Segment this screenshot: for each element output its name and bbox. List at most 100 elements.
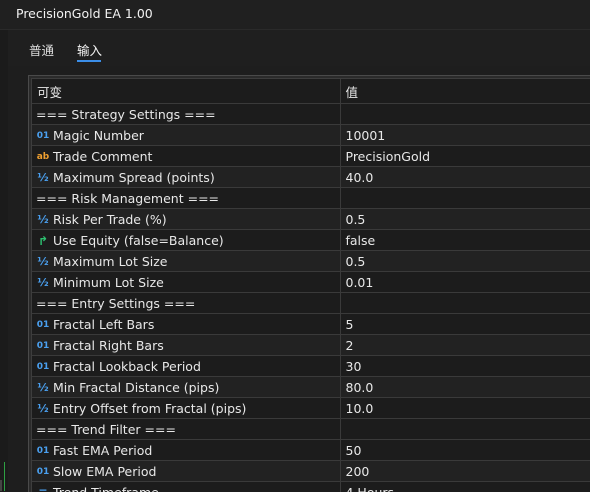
parameter-value: 0.5 (346, 254, 366, 269)
parameter-value-cell[interactable] (340, 188, 590, 209)
parameter-name: Min Fractal Distance (pips) (53, 380, 219, 395)
table-row[interactable]: abTrade Comment PrecisionGold (32, 146, 590, 167)
parameter-name-cell[interactable]: === Risk Management === (32, 188, 340, 209)
double-icon: ½ (35, 381, 51, 394)
left-edge-strip (0, 30, 8, 491)
parameter-name: Maximum Lot Size (53, 254, 168, 269)
parameter-name-cell[interactable]: 01Fractal Lookback Period (32, 356, 340, 377)
column-header-variable[interactable]: 可变 (32, 79, 340, 104)
parameter-value-cell[interactable]: 5 (340, 314, 590, 335)
parameter-name-cell[interactable]: ½Maximum Lot Size (32, 251, 340, 272)
double-icon: ½ (35, 171, 51, 184)
double-icon: ½ (35, 402, 51, 415)
table-row[interactable]: ≡Trend Timeframe4 Hours (32, 482, 590, 492)
parameter-name-cell[interactable]: ½Maximum Spread (points) (32, 167, 340, 188)
integer-icon: 01 (35, 131, 51, 141)
double-icon: ½ (35, 276, 51, 289)
parameter-value-cell[interactable]: 0.5 (340, 209, 590, 230)
table-row[interactable]: 01Fractal Right Bars2 (32, 335, 590, 356)
tab-common[interactable]: 普通 (29, 40, 54, 59)
section-header-row[interactable]: === Trend Filter === (32, 419, 590, 440)
parameter-name: Minimum Lot Size (53, 275, 164, 290)
parameter-name-cell[interactable]: ½Min Fractal Distance (pips) (32, 377, 340, 398)
parameter-name-cell[interactable]: ½Entry Offset from Fractal (pips) (32, 398, 340, 419)
section-label: === Trend Filter === (36, 422, 176, 437)
parameter-value-cell[interactable]: false (340, 230, 590, 251)
parameter-name-cell[interactable]: 01Slow EMA Period (32, 461, 340, 482)
section-header-row[interactable]: === Risk Management === (32, 188, 590, 209)
parameter-value-cell[interactable]: 4 Hours (340, 482, 590, 492)
table-row[interactable]: ½Maximum Spread (points) 40.0 (32, 167, 590, 188)
parameter-name-cell[interactable]: === Trend Filter === (32, 419, 340, 440)
section-header-row[interactable]: === Strategy Settings === (32, 104, 590, 125)
parameter-name-cell[interactable]: 01Fast EMA Period (32, 440, 340, 461)
active-tab-indicator (77, 60, 101, 62)
table-row[interactable]: ½Maximum Lot Size 0.5 (32, 251, 590, 272)
table-row[interactable]: 01Magic Number 10001 (32, 125, 590, 146)
tab-inputs[interactable]: 输入 (77, 40, 102, 59)
parameter-name-cell[interactable]: 01Fractal Left Bars (32, 314, 340, 335)
parameter-value: 80.0 (346, 380, 374, 395)
parameter-value-cell[interactable]: 10.0 (340, 398, 590, 419)
table-row[interactable]: ½Risk Per Trade (%) 0.5 (32, 209, 590, 230)
parameter-value: 200 (346, 464, 370, 479)
parameter-name: Maximum Spread (points) (53, 170, 215, 185)
parameter-name-cell[interactable]: ½Minimum Lot Size (32, 272, 340, 293)
column-header-variable-label: 可变 (32, 85, 62, 100)
parameter-name-cell[interactable]: abTrade Comment (32, 146, 340, 167)
parameter-value-cell[interactable]: 80.0 (340, 377, 590, 398)
parameter-name: Trade Comment (53, 149, 152, 164)
parameter-value-cell[interactable] (340, 293, 590, 314)
parameter-value-cell[interactable]: 0.01 (340, 272, 590, 293)
parameter-name-cell[interactable]: === Strategy Settings === (32, 104, 340, 125)
parameter-value-cell[interactable] (340, 419, 590, 440)
parameter-name-cell[interactable]: === Entry Settings === (32, 293, 340, 314)
parameter-value-cell[interactable]: 0.5 (340, 251, 590, 272)
parameter-name-cell[interactable]: ≡Trend Timeframe (32, 482, 340, 492)
parameter-name-cell[interactable]: 01Magic Number (32, 125, 340, 146)
table-row[interactable]: 01Fractal Lookback Period30 (32, 356, 590, 377)
parameter-value: 0.5 (346, 212, 366, 227)
table-row[interactable]: 01Slow EMA Period 200 (32, 461, 590, 482)
table-row[interactable]: ½Min Fractal Distance (pips) 80.0 (32, 377, 590, 398)
inputs-table: 可变 值 === Strategy Settings === 01Magic Nu… (32, 79, 590, 492)
parameter-value-cell[interactable] (340, 104, 590, 125)
parameter-value-cell[interactable]: 40.0 (340, 167, 590, 188)
table-header-row: 可变 值 (32, 79, 590, 104)
section-header-row[interactable]: === Entry Settings === (32, 293, 590, 314)
column-header-value[interactable]: 值 (340, 79, 590, 104)
parameter-name: Entry Offset from Fractal (pips) (53, 401, 246, 416)
integer-icon: 01 (35, 341, 51, 351)
table-row[interactable]: ↱Use Equity (false=Balance) false (32, 230, 590, 251)
parameter-name-cell[interactable]: ½Risk Per Trade (%) (32, 209, 340, 230)
parameter-value-cell[interactable]: 30 (340, 356, 590, 377)
parameter-value-cell[interactable]: 50 (340, 440, 590, 461)
parameter-value: PrecisionGold (346, 149, 431, 164)
section-label: === Strategy Settings === (36, 107, 216, 122)
parameter-value: 40.0 (346, 170, 374, 185)
parameter-value-cell[interactable]: 2 (340, 335, 590, 356)
parameter-name-cell[interactable]: 01Fractal Right Bars (32, 335, 340, 356)
inputs-frame: 可变 值 === Strategy Settings === 01Magic Nu… (31, 78, 590, 492)
parameter-value-cell[interactable]: 200 (340, 461, 590, 482)
table-row[interactable]: 01Fractal Left Bars5 (32, 314, 590, 335)
boolean-icon: ↱ (35, 234, 51, 248)
parameter-value: false (346, 233, 376, 248)
parameter-name-cell[interactable]: ↱Use Equity (false=Balance) (32, 230, 340, 251)
integer-icon: 01 (35, 467, 51, 477)
parameter-name: Slow EMA Period (53, 464, 156, 479)
parameter-value: 10001 (346, 128, 386, 143)
window-titlebar: PrecisionGold EA 1.00 (0, 0, 590, 30)
double-icon: ½ (35, 213, 51, 226)
table-row[interactable]: ½Entry Offset from Fractal (pips)10.0 (32, 398, 590, 419)
integer-icon: 01 (35, 362, 51, 372)
table-row[interactable]: 01Fast EMA Period50 (32, 440, 590, 461)
parameter-value-cell[interactable]: 10001 (340, 125, 590, 146)
tab-bar: 普通 输入 (0, 30, 590, 66)
parameter-name: Fractal Right Bars (53, 338, 164, 353)
double-icon: ½ (35, 255, 51, 268)
parameter-name: Use Equity (false=Balance) (53, 233, 224, 248)
table-row[interactable]: ½Minimum Lot Size0.01 (32, 272, 590, 293)
parameter-value-cell[interactable]: PrecisionGold (340, 146, 590, 167)
section-label: === Entry Settings === (36, 296, 195, 311)
